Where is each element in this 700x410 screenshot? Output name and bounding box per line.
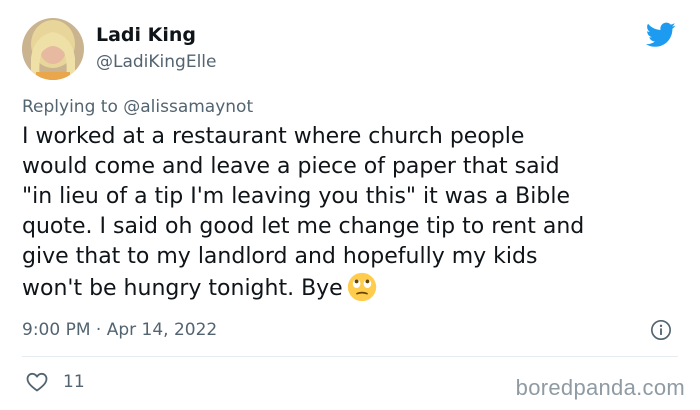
- like-count: 11: [63, 372, 85, 392]
- tweet-text-line: give that to my landlord and hopefully m…: [22, 244, 538, 269]
- tweet-card: Ladi King @LadiKingElle Replying to @ali…: [0, 0, 700, 410]
- replying-to: Replying to @alissamaynot: [22, 97, 253, 117]
- avatar-photo: [22, 18, 84, 80]
- twitter-bird-icon[interactable]: [646, 22, 676, 48]
- tweet-text-line: won't be hungry tonight. Bye: [22, 276, 343, 301]
- author-display-name[interactable]: Ladi King: [96, 24, 196, 46]
- tweet-text-last-line: won't be hungry tonight. Bye: [22, 272, 682, 304]
- replying-prefix: Replying to: [22, 97, 118, 117]
- author-handle[interactable]: @LadiKingElle: [96, 52, 217, 72]
- reply-mention-link[interactable]: @alissamaynot: [123, 97, 253, 117]
- avatar[interactable]: [22, 18, 84, 80]
- heart-icon[interactable]: [25, 370, 49, 394]
- tweet-text: I worked at a restaurant where church pe…: [22, 122, 682, 304]
- tweet-text-line: quote. I said oh good let me change tip …: [22, 214, 585, 239]
- divider: [22, 356, 678, 357]
- tweet-text-line: would come and leave a piece of paper th…: [22, 154, 560, 179]
- watermark: boredpanda.com: [515, 375, 685, 400]
- tweet-text-line: I worked at a restaurant where church pe…: [22, 124, 525, 149]
- tweet-timestamp[interactable]: 9:00 PM · Apr 14, 2022: [22, 320, 217, 340]
- tweet-text-line: "in lieu of a tip I'm leaving you this" …: [22, 184, 570, 209]
- info-icon[interactable]: [650, 319, 672, 341]
- face-with-rolling-eyes-icon: [347, 272, 376, 302]
